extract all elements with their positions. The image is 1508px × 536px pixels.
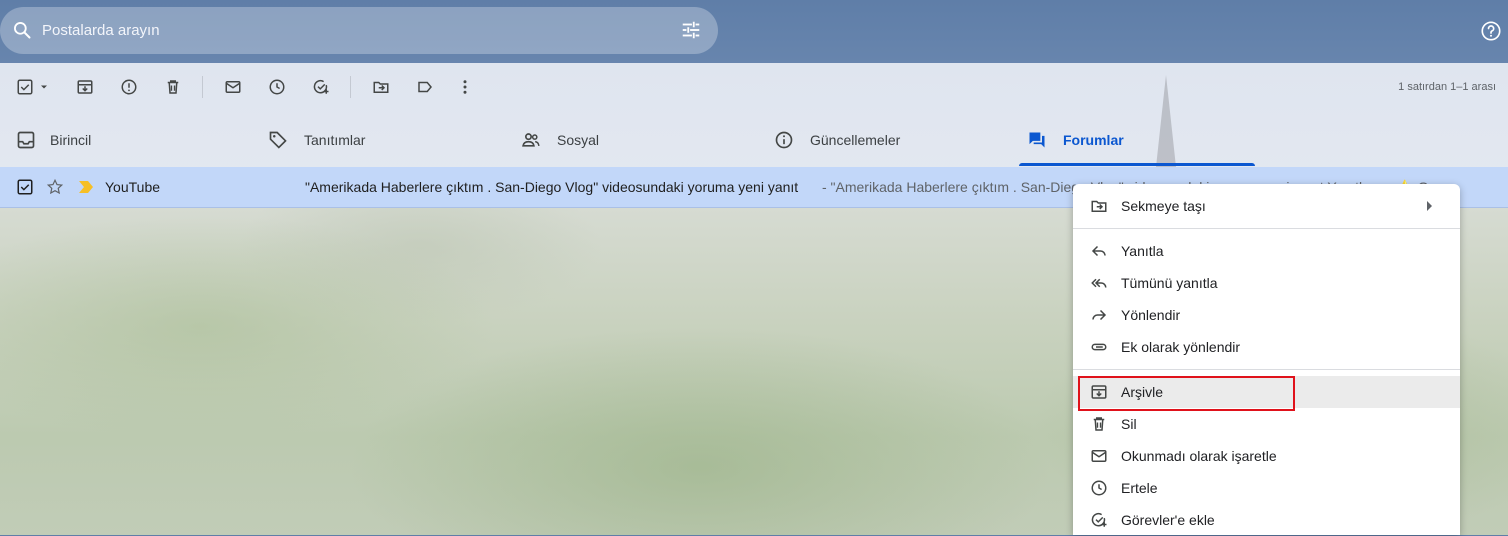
submenu-arrow-icon — [1427, 201, 1432, 211]
info-icon — [775, 131, 793, 149]
pagination-range: 1 satırdan 1–1 arası — [1398, 81, 1496, 93]
tab-label: Sosyal — [557, 132, 600, 148]
add-to-tasks-icon[interactable] — [312, 78, 330, 96]
tab-label: Forumlar — [1063, 132, 1124, 148]
snooze-icon[interactable] — [268, 78, 286, 96]
menu-item-reply[interactable]: Yanıtla — [1073, 235, 1460, 267]
search-bar[interactable]: Postalarda arayın — [0, 7, 718, 54]
menu-item-snooze[interactable]: Ertele — [1073, 472, 1460, 504]
active-tab-indicator — [1019, 163, 1255, 166]
menu-item-label: Tümünü yanıtla — [1121, 275, 1218, 291]
menu-item-label: Yanıtla — [1121, 243, 1164, 259]
attachment-icon — [1091, 343, 1107, 351]
tab-birincil[interactable]: Birincil — [16, 128, 252, 166]
tab-sosyal[interactable]: Sosyal — [521, 128, 757, 166]
reply-icon — [1091, 245, 1106, 257]
add-task-icon — [1091, 512, 1107, 527]
delete-icon[interactable] — [164, 78, 182, 96]
menu-item-label: Yönlendir — [1121, 307, 1181, 323]
menu-item-reply-all[interactable]: Tümünü yanıtla — [1073, 267, 1460, 299]
menu-item-delete[interactable]: Sil — [1073, 408, 1460, 440]
label-icon[interactable] — [416, 78, 434, 96]
report-spam-icon[interactable] — [120, 78, 138, 96]
menu-item-move-to-tab[interactable]: Sekmeye taşı — [1073, 190, 1460, 222]
forum-icon — [1029, 132, 1045, 148]
help-icon[interactable] — [1480, 20, 1502, 42]
important-marker-icon[interactable] — [78, 180, 94, 194]
menu-item-label: Görevler'e ekle — [1121, 512, 1215, 528]
menu-item-forward-as-attachment[interactable]: Ek olarak yönlendir — [1073, 331, 1460, 363]
archive-icon[interactable] — [76, 78, 94, 96]
tag-icon — [269, 131, 287, 149]
tab-guncellemeler[interactable]: Güncellemeler — [774, 128, 1010, 166]
menu-divider — [1073, 369, 1460, 370]
chevron-down-icon[interactable] — [38, 78, 50, 96]
tab-label: Tanıtımlar — [304, 132, 366, 148]
toolbar-divider — [350, 76, 351, 98]
inbox-icon — [17, 131, 35, 149]
tab-forumlar[interactable]: Forumlar — [1027, 128, 1255, 166]
highlight-box — [1078, 376, 1295, 411]
menu-item-mark-unread[interactable]: Okunmadı olarak işaretle — [1073, 440, 1460, 472]
menu-item-label: Okunmadı olarak işaretle — [1121, 448, 1277, 464]
reply-all-icon — [1091, 278, 1107, 288]
tune-icon[interactable] — [680, 19, 702, 41]
menu-divider — [1073, 228, 1460, 229]
move-to-icon[interactable] — [372, 78, 390, 96]
sender-name: YouTube — [105, 179, 161, 195]
clock-icon — [1091, 480, 1107, 496]
search-icon[interactable] — [12, 20, 32, 40]
tab-label: Güncellemeler — [810, 132, 901, 148]
mail-icon — [1091, 450, 1107, 462]
mark-unread-icon[interactable] — [224, 78, 242, 96]
menu-item-label: Sekmeye taşı — [1121, 198, 1206, 214]
search-input[interactable]: Postalarda arayın — [42, 22, 160, 39]
menu-item-add-to-tasks[interactable]: Görevler'e ekle — [1073, 504, 1460, 536]
select-all-checkbox[interactable] — [16, 78, 34, 96]
trash-icon — [1093, 417, 1105, 431]
people-icon — [522, 133, 540, 147]
mail-subject: "Amerikada Haberlere çıktım . San-Diego … — [305, 179, 799, 195]
menu-item-label: Ek olarak yönlendir — [1121, 339, 1241, 355]
forward-icon — [1092, 309, 1107, 321]
tab-label: Birincil — [50, 132, 92, 148]
row-checkbox[interactable] — [16, 178, 34, 196]
menu-item-label: Ertele — [1121, 480, 1158, 496]
menu-item-label: Sil — [1121, 416, 1137, 432]
more-icon[interactable] — [456, 78, 474, 96]
star-icon[interactable] — [46, 178, 64, 196]
menu-item-forward[interactable]: Yönlendir — [1073, 299, 1460, 331]
toolbar-divider — [202, 76, 203, 98]
context-menu: Sekmeye taşı Yanıtla Tümünü yanıtla Yönl… — [1073, 184, 1460, 535]
move-to-tab-icon — [1091, 200, 1107, 212]
tab-tanitimlar[interactable]: Tanıtımlar — [268, 128, 504, 166]
